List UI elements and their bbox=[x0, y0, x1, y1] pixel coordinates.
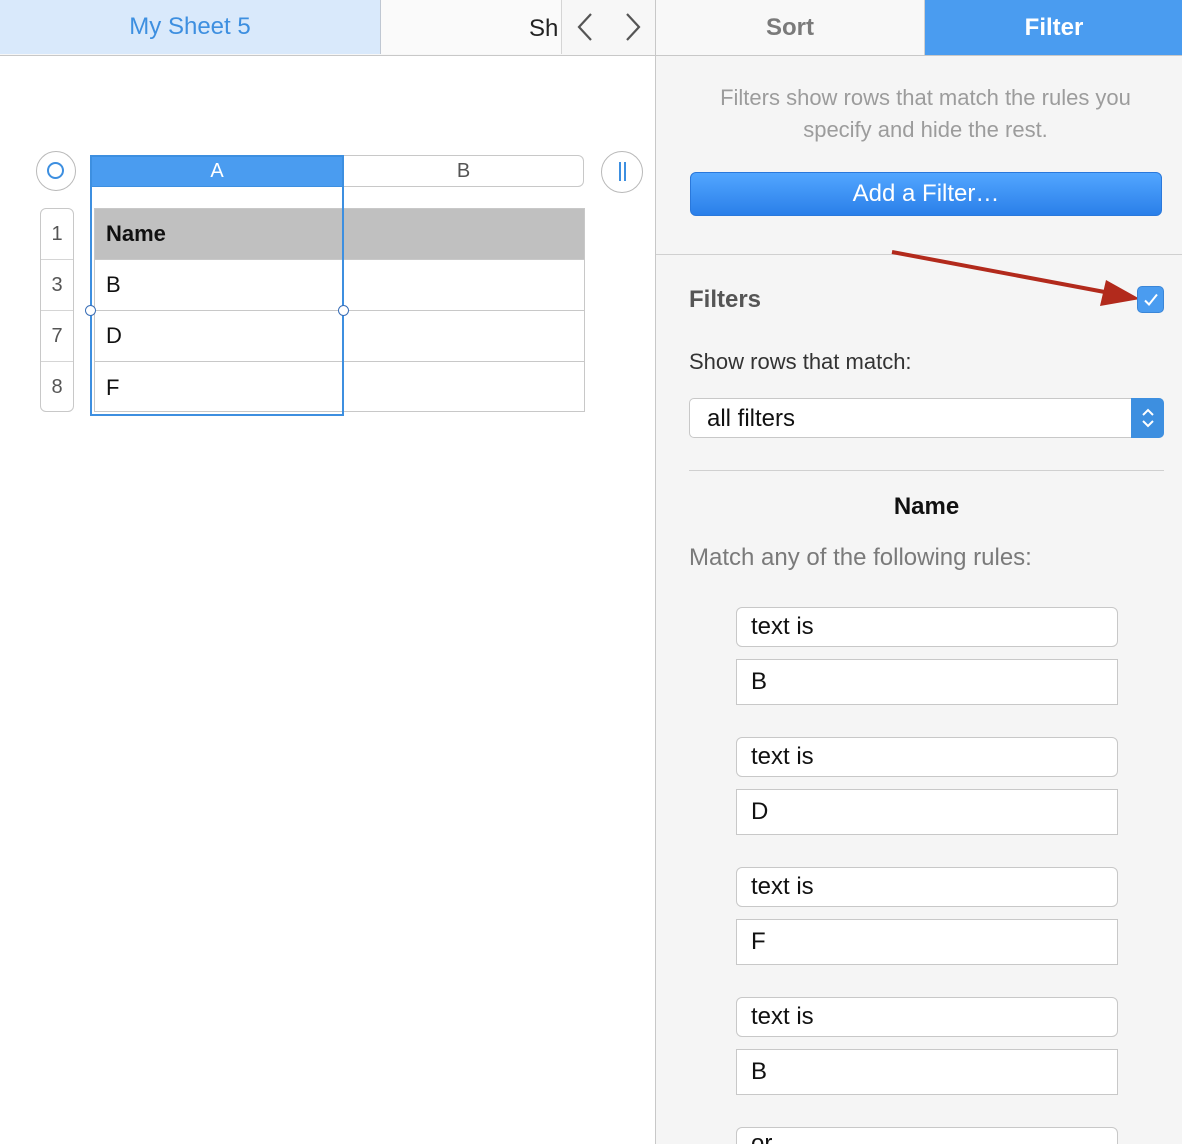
checkmark-icon bbox=[1143, 293, 1158, 306]
rule-value-field[interactable]: B bbox=[736, 659, 1118, 705]
sheet-tab-active-label: My Sheet 5 bbox=[129, 13, 251, 40]
rule-value-field[interactable]: D bbox=[736, 789, 1118, 835]
rule-operator-select[interactable]: text is bbox=[736, 607, 1118, 647]
match-rules-label: Match any of the following rules: bbox=[689, 544, 1032, 571]
match-mode-select[interactable]: all filters bbox=[689, 398, 1164, 438]
inspector-tabs: Sort Filter bbox=[656, 0, 1182, 56]
sheet-tab-active[interactable]: My Sheet 5 bbox=[0, 0, 381, 54]
filter-inspector: Sort Filter Filters show rows that match… bbox=[655, 0, 1182, 1144]
filter-intro-text: Filters show rows that match the rules y… bbox=[720, 85, 1131, 142]
table-cell[interactable] bbox=[344, 362, 584, 413]
rule-operator-select[interactable]: text is bbox=[736, 997, 1118, 1037]
table-row: F bbox=[95, 362, 584, 413]
selection-handle-right[interactable] bbox=[338, 305, 349, 316]
tab-sort[interactable]: Sort bbox=[656, 0, 925, 55]
match-mode-value: all filters bbox=[707, 405, 796, 432]
select-stepper-icon bbox=[1131, 398, 1164, 438]
add-filter-button[interactable]: Add a Filter… bbox=[690, 172, 1162, 216]
row-header[interactable]: 8 bbox=[41, 362, 73, 413]
filters-section-title: Filters bbox=[689, 286, 762, 313]
row-headers: 1 3 7 8 bbox=[40, 208, 74, 412]
rule-operator-select[interactable]: text is bbox=[736, 867, 1118, 907]
annotation-arrow-icon bbox=[891, 250, 1140, 306]
table-row: B bbox=[95, 260, 584, 311]
table-header-row: Name bbox=[95, 209, 584, 260]
rule-operator-select[interactable]: text is bbox=[736, 737, 1118, 777]
selection-handle-left[interactable] bbox=[85, 305, 96, 316]
filter-column-name: Name bbox=[893, 493, 960, 520]
table-cell[interactable]: D bbox=[95, 311, 344, 361]
show-rows-label: Show rows that match: bbox=[689, 349, 912, 374]
sheet-tab-other-label: Sh bbox=[529, 15, 559, 42]
column-header-b[interactable]: B bbox=[344, 155, 584, 187]
filters-enabled-checkbox[interactable] bbox=[1137, 286, 1164, 313]
sheet-canvas: A B 1 3 7 8 Name B D F bbox=[0, 56, 655, 1144]
column-headers: A B bbox=[90, 155, 584, 187]
row-header[interactable]: 1 bbox=[41, 209, 73, 260]
table-cell[interactable] bbox=[344, 260, 584, 310]
rule-value-field[interactable]: F bbox=[736, 919, 1118, 965]
table-cell[interactable]: B bbox=[95, 260, 344, 310]
column-resize-handle-icon[interactable] bbox=[601, 151, 643, 193]
row-header[interactable]: 7 bbox=[41, 311, 73, 362]
rule-value-field[interactable]: B bbox=[736, 1049, 1118, 1095]
divider bbox=[689, 470, 1164, 471]
table-cell[interactable] bbox=[344, 311, 584, 361]
tab-filter[interactable]: Filter bbox=[925, 0, 1182, 55]
sheet-tab-other[interactable]: Sh bbox=[381, 0, 561, 54]
table-cell[interactable] bbox=[344, 209, 584, 259]
rule-operator-select[interactable]: or bbox=[736, 1127, 1118, 1144]
row-header[interactable]: 3 bbox=[41, 260, 73, 311]
table-cell[interactable]: F bbox=[95, 362, 344, 413]
sheet-tab-navigation bbox=[561, 0, 655, 54]
table-handle-icon[interactable] bbox=[36, 151, 76, 191]
sheet-tab-bar: My Sheet 5 Sh bbox=[0, 0, 655, 56]
table-cell[interactable]: Name bbox=[95, 209, 344, 259]
column-header-a[interactable]: A bbox=[90, 155, 344, 187]
table-row: D bbox=[95, 311, 584, 362]
chevron-left-icon[interactable] bbox=[570, 10, 602, 44]
chevron-right-icon[interactable] bbox=[616, 10, 648, 44]
